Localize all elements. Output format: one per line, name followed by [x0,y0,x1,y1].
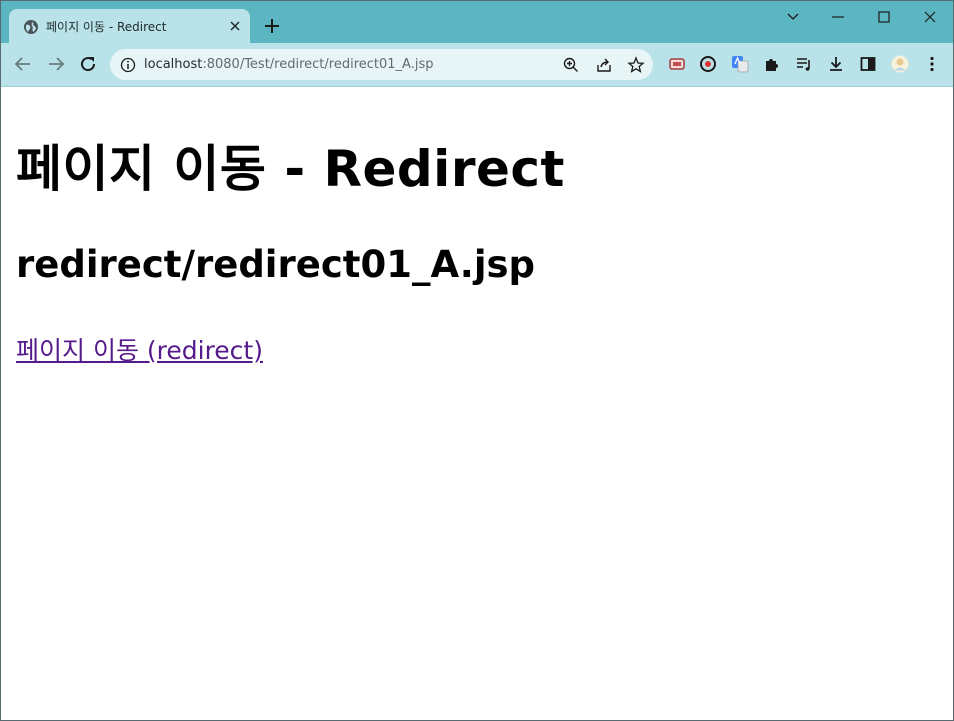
page-heading: 페이지 이동 - Redirect [16,140,565,198]
back-icon[interactable] [13,54,33,74]
url-host: localhost [144,57,203,72]
site-info-icon[interactable] [120,57,136,73]
zoom-icon[interactable] [562,56,580,74]
menu-kebab-icon[interactable] [923,55,941,73]
maximize-icon[interactable] [875,8,893,26]
url-text: localhost:8080/Test/redirect/redirect01_… [144,57,433,72]
extensions-puzzle-icon[interactable] [763,55,781,73]
reading-list-icon[interactable] [795,55,813,73]
sync-extension-icon[interactable] [699,55,717,73]
translate-extension-icon[interactable] [731,55,749,73]
side-panel-icon[interactable] [859,55,877,73]
reload-icon[interactable] [78,54,98,74]
tab-active[interactable]: 페이지 이동 - Redirect [9,9,250,43]
browser-toolbar: localhost:8080/Test/redirect/redirect01_… [1,43,953,87]
redirect-link[interactable]: 페이지 이동 (redirect) [16,331,263,367]
download-icon[interactable] [827,55,845,73]
close-window-icon[interactable] [921,8,939,26]
forward-icon[interactable] [46,54,66,74]
page-subheading: redirect/redirect01_A.jsp [16,243,536,286]
tab-title: 페이지 이동 - Redirect [46,20,167,34]
page-content: 페이지 이동 - Redirect redirect/redirect01_A.… [1,87,953,720]
profile-avatar-icon[interactable] [891,55,909,73]
url-path: :8080/Test/redirect/redirect01_A.jsp [202,57,434,72]
share-icon[interactable] [595,56,613,74]
minimize-icon[interactable] [829,8,847,26]
tab-strip: 페이지 이동 - Redirect [1,1,953,43]
globe-icon [24,20,38,34]
cast-extension-icon[interactable] [668,55,686,73]
tab-search-icon[interactable] [784,8,802,26]
browser-window: 페이지 이동 - Redirect localhost:8080/Test/re… [0,0,954,721]
bookmark-star-icon[interactable] [627,56,645,74]
address-bar[interactable]: localhost:8080/Test/redirect/redirect01_… [110,49,653,80]
new-tab-icon[interactable] [263,17,281,35]
close-tab-icon[interactable] [227,18,243,34]
